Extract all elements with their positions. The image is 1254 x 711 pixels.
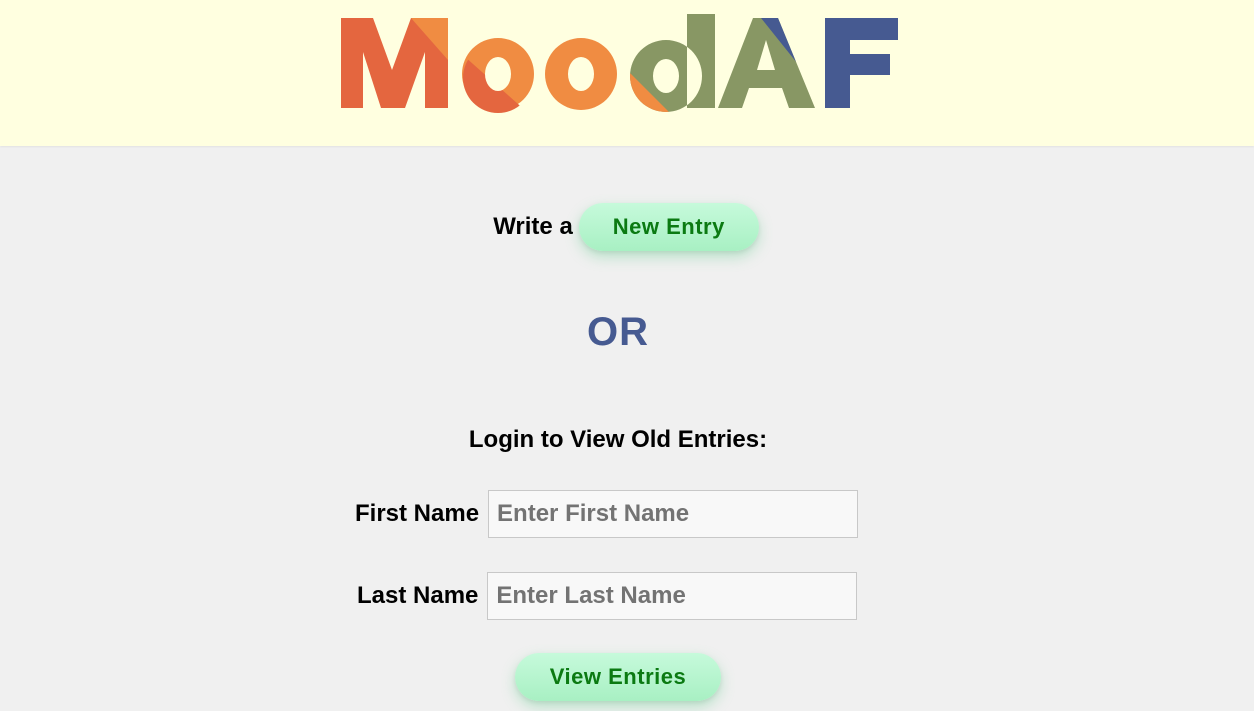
moodaf-logo[interactable] [335, 8, 905, 118]
last-name-input[interactable] [487, 572, 858, 620]
last-name-label: Last Name [357, 582, 479, 609]
login-heading: Login to View Old Entries: [468, 426, 768, 453]
logo-letter-a [718, 18, 815, 108]
first-name-label: First Name [355, 500, 480, 527]
new-entry-row: Write a New Entry [0, 202, 1254, 252]
logo-letter-f [825, 18, 898, 108]
view-entries-button[interactable]: View Entries [515, 653, 721, 701]
main-content: Write a New Entry OR Login to View Old E… [0, 146, 1254, 711]
or-divider-text: OR [587, 310, 649, 354]
last-name-row: Last Name [357, 572, 858, 620]
logo-letter-d [630, 14, 715, 112]
logo-letter-o-first [462, 38, 534, 113]
new-entry-button[interactable]: New Entry [578, 203, 759, 251]
first-name-row: First Name [355, 490, 859, 538]
first-name-input[interactable] [488, 490, 859, 538]
site-header [0, 0, 1254, 146]
write-a-label: Write a [493, 213, 573, 240]
logo-letter-o-second [545, 38, 617, 110]
